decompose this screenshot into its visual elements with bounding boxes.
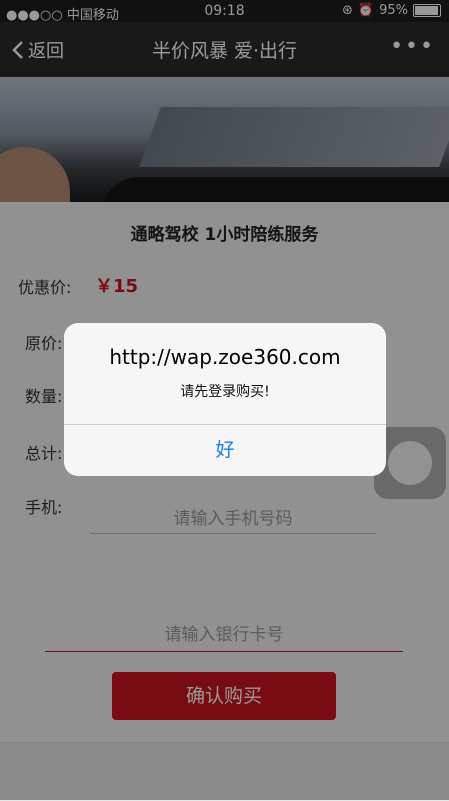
alert-message: 请先登录购买! [180,384,270,400]
alert-dialog: http://wap.zoe360.com 请先登录购买! 好 [64,323,386,476]
alert-title: http://wap.zoe360.com [109,345,341,369]
alert-ok-button[interactable]: 好 [64,425,386,476]
